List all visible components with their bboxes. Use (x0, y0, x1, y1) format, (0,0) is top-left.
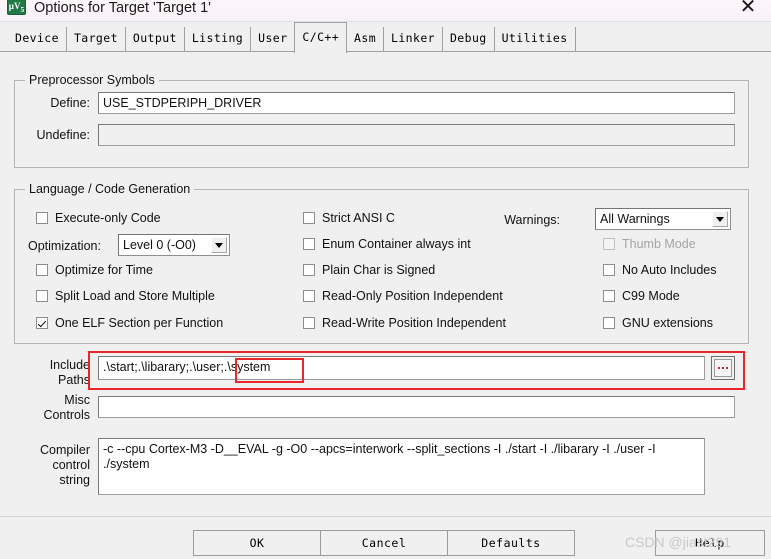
checkbox-no-auto-includes[interactable]: No Auto Includes (603, 263, 717, 277)
checkbox-enum-container-always-int[interactable]: Enum Container always int (303, 237, 471, 251)
optimization-label: Optimization: (28, 239, 101, 253)
help-button[interactable]: Help (655, 530, 765, 556)
define-input[interactable]: USE_STDPERIPH_DRIVER (98, 92, 735, 114)
optimization-select[interactable]: Level 0 (-O0) (118, 234, 230, 256)
checkbox-label: No Auto Includes (622, 263, 717, 277)
ellipsis-icon (718, 367, 728, 369)
chevron-down-icon[interactable] (211, 237, 227, 253)
checkbox-read-only-position-independent[interactable]: Read-Only Position Independent (303, 289, 503, 303)
include-paths-browse-button[interactable] (711, 356, 735, 380)
checkbox-label: Thumb Mode (622, 237, 696, 251)
include-paths-label-line2: Paths (58, 373, 90, 387)
checkbox-label: Plain Char is Signed (322, 263, 436, 277)
chevron-down-icon[interactable] (712, 211, 728, 227)
checkbox-optimize-for-time[interactable]: Optimize for Time (36, 263, 153, 277)
checkbox-label: GNU extensions (622, 316, 714, 330)
checkbox-label: C99 Mode (622, 289, 680, 303)
ok-button[interactable]: OK (193, 530, 321, 556)
undefine-label: Undefine: (36, 128, 90, 142)
checkbox-label: Strict ANSI C (322, 211, 395, 225)
checkbox-label: Read-Write Position Independent (322, 316, 506, 330)
checkbox-label: One ELF Section per Function (55, 316, 224, 330)
compiler-control-string-input[interactable]: -c --cpu Cortex-M3 -D__EVAL -g -O0 --apc… (98, 438, 705, 495)
checkbox-box (603, 317, 615, 329)
checkbox-box (303, 290, 315, 302)
checkbox-box (603, 238, 615, 250)
tab-c-cpp[interactable]: C/C++ (294, 22, 348, 53)
tab-debug[interactable]: Debug (442, 27, 495, 52)
tab-output[interactable]: Output (125, 27, 185, 52)
warnings-value: All Warnings (600, 212, 670, 226)
tab-utilities[interactable]: Utilities (494, 27, 576, 52)
checkbox-plain-char-is-signed[interactable]: Plain Char is Signed (303, 263, 435, 277)
uvision-icon: µV5 (7, 0, 26, 15)
include-paths-input[interactable]: .\start;.\libarary;.\user;.\system (98, 356, 705, 380)
checkbox-box (603, 290, 615, 302)
language-group-title: Language / Code Generation (25, 182, 195, 196)
include-paths-label-line1: Include (49, 358, 90, 372)
checkbox-label: Enum Container always int (322, 237, 471, 251)
checkbox-c99-mode[interactable]: C99 Mode (603, 289, 680, 303)
checkbox-label: Read-Only Position Independent (322, 289, 503, 303)
tab-linker[interactable]: Linker (384, 27, 443, 52)
window-titlebar: µV5 Options for Target 'Target 1' ✕ (0, 0, 771, 22)
checkbox-thumb-mode: Thumb Mode (603, 237, 696, 251)
checkbox-label: Execute-only Code (55, 211, 161, 225)
window-title: Options for Target 'Target 1' (34, 0, 211, 16)
misc-controls-label-line1: Misc (64, 393, 90, 407)
tab-asm[interactable]: Asm (347, 27, 385, 52)
checkbox-one-elf-section-per-function[interactable]: One ELF Section per Function (36, 316, 223, 330)
preprocessor-group-title: Preprocessor Symbols (25, 73, 159, 87)
tabstrip: Device Target Output Listing User C/C++ … (0, 22, 771, 53)
tab-listing[interactable]: Listing (184, 27, 252, 52)
optimization-value: Level 0 (-O0) (123, 238, 196, 252)
checkbox-gnu-extensions[interactable]: GNU extensions (603, 316, 713, 330)
checkbox-box (603, 264, 615, 276)
checkbox-box (36, 264, 48, 276)
tab-user[interactable]: User (251, 27, 296, 52)
checkbox-box (36, 290, 48, 302)
misc-controls-label-line2: Controls (43, 408, 90, 422)
checkbox-strict-ansi-c[interactable]: Strict ANSI C (303, 211, 395, 225)
dialog-button-bar: OK Cancel Defaults Help (0, 516, 771, 559)
checkbox-box (36, 212, 48, 224)
checkbox-box (303, 264, 315, 276)
close-icon[interactable]: ✕ (733, 0, 763, 20)
checkbox-split-load-store-multiple[interactable]: Split Load and Store Multiple (36, 289, 215, 303)
checkbox-label: Split Load and Store Multiple (55, 289, 215, 303)
compiler-control-label-line1: Compiler (39, 443, 90, 457)
c-cpp-panel: Preprocessor Symbols Define: USE_STDPERI… (0, 51, 771, 516)
misc-controls-input[interactable] (98, 396, 735, 418)
browse-button-inner (714, 359, 732, 377)
checkbox-box (36, 317, 48, 329)
defaults-button[interactable]: Defaults (447, 530, 575, 556)
checkbox-execute-only-code[interactable]: Execute-only Code (36, 211, 161, 225)
define-label: Define: (50, 96, 90, 110)
checkbox-box (303, 212, 315, 224)
warnings-select[interactable]: All Warnings (595, 208, 731, 230)
compiler-control-label-line2: control (52, 458, 90, 472)
undefine-input[interactable] (98, 124, 735, 146)
tab-target[interactable]: Target (66, 27, 126, 52)
tab-device[interactable]: Device (8, 27, 67, 52)
checkbox-read-write-position-independent[interactable]: Read-Write Position Independent (303, 316, 506, 330)
checkbox-label: Optimize for Time (55, 263, 153, 277)
checkbox-box (303, 238, 315, 250)
compiler-control-label-line3: string (59, 473, 90, 487)
checkbox-box (303, 317, 315, 329)
warnings-label: Warnings: (504, 213, 560, 227)
cancel-button[interactable]: Cancel (320, 530, 448, 556)
